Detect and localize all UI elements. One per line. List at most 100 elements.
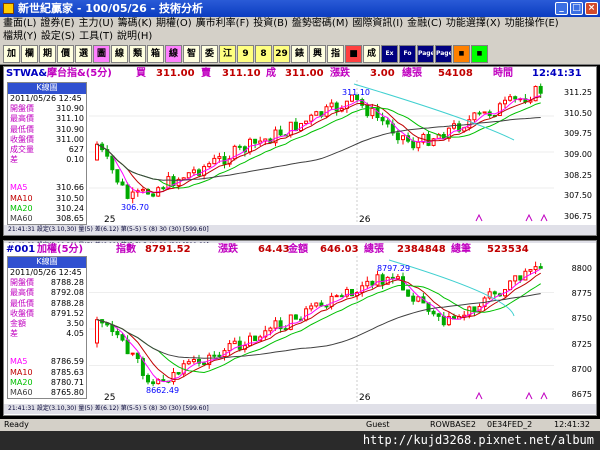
toolbar-button[interactable]: ■ bbox=[453, 45, 470, 63]
toolbar-button[interactable]: 價 bbox=[57, 45, 74, 63]
menu-item[interactable]: 設定(S) bbox=[41, 30, 75, 43]
legend-value: 8788.28 bbox=[50, 298, 84, 308]
top-legend: K線圖 2011/05/26 12:45 開盤價 310.90 最高價 311.10 最… bbox=[7, 82, 87, 226]
toolbar-button[interactable]: 智 bbox=[183, 45, 200, 63]
menu-item[interactable]: 檔規(Y) bbox=[3, 30, 37, 43]
bottom-chart-panel: 21:41:31 設定(3.10,30) 量(5) 差(6.12) 第(5-5)… bbox=[3, 240, 597, 416]
menu-item[interactable]: 工具(T) bbox=[79, 30, 113, 43]
candle bbox=[151, 193, 156, 197]
candle bbox=[314, 111, 319, 116]
candle bbox=[441, 315, 446, 326]
toolbar-button[interactable]: 委 bbox=[201, 45, 218, 63]
toolbar-button[interactable]: Ex bbox=[381, 45, 398, 63]
menu-item[interactable]: 期權(O) bbox=[156, 17, 192, 31]
toolbar-button[interactable]: 欄 bbox=[21, 45, 38, 63]
ma-value: 308.65 bbox=[56, 214, 84, 224]
toolbar-button[interactable]: Page bbox=[417, 45, 434, 63]
legend-label: 最高價 bbox=[10, 288, 34, 298]
candle bbox=[533, 266, 538, 271]
status-user: Guest bbox=[366, 420, 390, 429]
candle bbox=[237, 340, 242, 350]
menu-item[interactable]: 廣市利率(F) bbox=[196, 17, 250, 31]
toolbar-button[interactable]: 成 bbox=[363, 45, 380, 63]
window-title: 新世紀贏家 - 100/05/26 - 技術分析 bbox=[18, 2, 204, 15]
candle bbox=[380, 274, 385, 285]
status-bar: Ready Guest ROWBASE2 0E34FED_2 12:41:32 bbox=[0, 419, 600, 431]
candle bbox=[309, 305, 314, 310]
bottom-count: 523534 bbox=[487, 244, 529, 255]
menu-item[interactable]: 國際資訊(I) bbox=[352, 17, 403, 31]
toolbar-button[interactable]: Page bbox=[435, 45, 452, 63]
toolbar-button[interactable]: 興 bbox=[309, 45, 326, 63]
candle bbox=[95, 143, 99, 161]
top-change: 3.00 bbox=[370, 68, 395, 79]
candle bbox=[416, 296, 421, 302]
menu-item[interactable]: 證券(E) bbox=[40, 17, 74, 31]
candle bbox=[411, 295, 416, 302]
toolbar-button[interactable]: 期 bbox=[39, 45, 56, 63]
toolbar-button[interactable]: 29 bbox=[273, 45, 290, 63]
toolbar-button[interactable]: 線 bbox=[165, 45, 182, 63]
bottom-legend-date: 2011/05/26 12:45 bbox=[10, 268, 82, 277]
candle bbox=[314, 302, 319, 307]
candle bbox=[401, 135, 405, 141]
minimize-button[interactable]: _ bbox=[555, 2, 568, 15]
candle bbox=[508, 96, 513, 101]
toolbar-button[interactable]: 8 bbox=[255, 45, 272, 63]
close-button[interactable]: × bbox=[585, 2, 598, 15]
top-indicator-bar: 21:41:31 設定(3.10,30) 量(5) 差(6.12) 第(5-5)… bbox=[4, 225, 596, 235]
legend-value: 8792.08 bbox=[50, 288, 84, 298]
toolbar-button[interactable]: 選 bbox=[75, 45, 92, 63]
toolbar-button[interactable]: 指 bbox=[327, 45, 344, 63]
candle bbox=[477, 112, 482, 115]
menu-item[interactable]: 功能選擇(X) bbox=[446, 17, 501, 31]
toolbar-button[interactable]: Fo bbox=[399, 45, 416, 63]
ma-label: MA60 bbox=[10, 388, 33, 398]
menu-item[interactable]: 盤勢密碼(M) bbox=[292, 17, 348, 31]
candle bbox=[293, 314, 298, 320]
menu-item[interactable]: 說明(H) bbox=[117, 30, 152, 43]
bottom-change-label: 漲跌 bbox=[218, 244, 238, 255]
candle bbox=[436, 313, 441, 317]
status-code: 0E34FED_2 bbox=[487, 420, 533, 429]
toolbar-button[interactable]: 線 bbox=[111, 45, 128, 63]
y-tick-label: 309.00 bbox=[564, 150, 592, 159]
candle bbox=[186, 361, 191, 365]
candle bbox=[253, 335, 258, 342]
toolbar-button[interactable]: 類 bbox=[129, 45, 146, 63]
toolbar-button[interactable]: 加 bbox=[3, 45, 20, 63]
menu-item[interactable]: 畫面(L) bbox=[3, 17, 36, 31]
top-chart-panel: STWA& 摩台指&(5分) 買 311.00 賣 311.10 成 311.0… bbox=[3, 66, 597, 236]
candle bbox=[227, 343, 232, 352]
menu-item[interactable]: 主力(U) bbox=[79, 17, 114, 31]
bottom-y-axis: 8800 8775 8750 8725 8700 8675 bbox=[552, 256, 596, 402]
candle bbox=[523, 270, 528, 281]
y-tick-label: 8725 bbox=[571, 339, 592, 349]
candle bbox=[329, 102, 334, 108]
menu-item[interactable]: 籌碼(K) bbox=[118, 17, 152, 31]
toolbar-button[interactable]: ■ bbox=[471, 45, 488, 63]
toolbar-button[interactable]: ■ bbox=[345, 45, 362, 63]
candle bbox=[339, 295, 344, 298]
candle bbox=[273, 320, 278, 329]
candle bbox=[395, 132, 400, 141]
top-kline-chart[interactable]: 306.70 311.10 25 26 bbox=[89, 80, 554, 224]
candle bbox=[120, 334, 125, 341]
toolbar-button[interactable]: 9 bbox=[237, 45, 254, 63]
candle bbox=[278, 129, 283, 136]
maximize-button[interactable]: □ bbox=[570, 2, 583, 15]
bottom-kline-chart[interactable]: 8662.49 8797.29 25 26 bbox=[89, 256, 554, 402]
candle bbox=[217, 354, 222, 357]
toolbar-button[interactable]: 江 bbox=[219, 45, 236, 63]
candle bbox=[110, 155, 115, 171]
menu-item[interactable]: 金融(C) bbox=[407, 17, 442, 31]
menu-item[interactable]: 功能操作(E) bbox=[505, 17, 559, 31]
ma-value: 310.24 bbox=[56, 203, 84, 213]
toolbar-button[interactable]: 圖 bbox=[93, 45, 110, 63]
legend-label: 最低價 bbox=[10, 124, 34, 134]
toolbar-button[interactable]: 錶 bbox=[291, 45, 308, 63]
toolbar-button[interactable]: 箱 bbox=[147, 45, 164, 63]
menu-item[interactable]: 投資(B) bbox=[253, 17, 288, 31]
toolbar: 加欄期價選圖線類箱線智委江 9 8 29 錶興指 ■ 成 Ex Fo Page Page ■ ■ bbox=[0, 43, 600, 65]
y-tick-label: 311.25 bbox=[564, 88, 592, 97]
